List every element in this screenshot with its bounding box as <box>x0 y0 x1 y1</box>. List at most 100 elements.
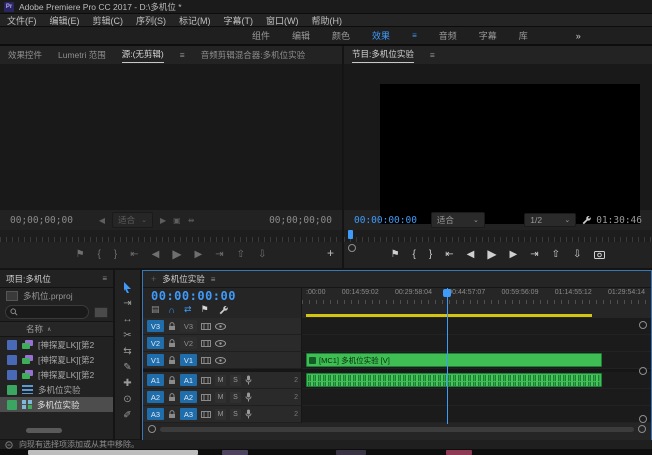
pen-tool-icon[interactable]: ✎ <box>123 363 131 373</box>
mark-out-icon[interactable]: } <box>429 249 432 260</box>
tab-lumetri-scopes[interactable]: Lumetri 范围 <box>58 49 106 61</box>
zoom-tool-icon[interactable]: ⊙ <box>123 395 131 405</box>
mark-out-icon[interactable]: } <box>114 249 117 260</box>
menu-window[interactable]: 窗口(W) <box>266 14 299 27</box>
track-target-v2[interactable]: V2 <box>180 337 197 349</box>
button-editor-icon[interactable]: + <box>327 246 334 260</box>
wrench-icon[interactable] <box>581 215 591 225</box>
insert-icon[interactable]: ⇧ <box>237 249 245 260</box>
search-input[interactable] <box>5 305 89 319</box>
time-ruler[interactable]: :00:00 00:14:59:02 00:29:58:04 00:44:57:… <box>301 288 651 318</box>
source-patch-a3[interactable]: A3 <box>147 408 164 420</box>
go-to-in-icon[interactable]: ⇤ <box>445 249 453 260</box>
project-file-row[interactable]: 多机位.prproj <box>0 288 113 303</box>
go-to-in-icon[interactable]: ⇤ <box>130 249 138 260</box>
source-scrub-bar[interactable] <box>0 230 342 242</box>
program-resolution-dropdown[interactable]: 1/2 ⌄ <box>524 213 576 227</box>
project-item-merged-clip-3[interactable]: [神探夏LK][第2 <box>0 367 113 382</box>
voiceover-mic-icon[interactable] <box>245 409 252 419</box>
workspace-titles[interactable]: 字幕 <box>479 29 497 42</box>
program-fit-dropdown[interactable]: 适合 ⌄ <box>431 212 485 228</box>
track-v3-content[interactable] <box>302 318 651 335</box>
project-item-merged-clip-1[interactable]: [神探夏LK][第2 <box>0 337 113 352</box>
mute-button[interactable]: M <box>215 375 226 386</box>
step-back-icon[interactable]: ◀ <box>467 249 475 260</box>
tab-program[interactable]: 节目:多机位实验 <box>352 48 414 63</box>
ripple-edit-tool-icon[interactable]: ↔ <box>123 315 133 325</box>
track-a3-content[interactable] <box>302 406 651 423</box>
timeline-panel-menu-icon[interactable]: ≡ <box>211 275 216 284</box>
add-marker-icon[interactable]: ⚑ <box>201 304 209 315</box>
voiceover-mic-icon[interactable] <box>245 375 252 385</box>
lock-icon[interactable] <box>168 322 176 331</box>
settings-icon[interactable]: ▣ <box>173 216 181 225</box>
program-panel-menu-icon[interactable]: ≡ <box>430 50 435 60</box>
timeline-playhead-head[interactable] <box>443 289 451 297</box>
track-a2-content[interactable] <box>302 389 651 406</box>
lift-icon[interactable]: ⇧ <box>552 249 560 260</box>
tab-effect-controls[interactable]: 效果控件 <box>8 49 42 61</box>
play-icon[interactable]: ▶ <box>487 247 496 261</box>
step-forward-icon[interactable]: ▶ <box>195 249 203 260</box>
workspace-color[interactable]: 颜色 <box>332 29 350 42</box>
vertical-scroll-handle-bottom[interactable] <box>639 415 647 423</box>
track-a1-content[interactable] <box>302 372 651 389</box>
program-timecode[interactable]: 00:00:00:00 <box>354 215 417 226</box>
play-icon[interactable]: ▶ <box>172 247 181 261</box>
project-list-header[interactable]: 名称 ∧ <box>0 321 113 337</box>
workspace-editing[interactable]: 编辑 <box>292 29 310 42</box>
tab-project[interactable]: 项目:多机位 <box>6 273 51 285</box>
sync-lock-icon[interactable] <box>201 393 211 402</box>
project-item-sequence[interactable]: 多机位实验 <box>0 382 113 397</box>
zoom-handle-right[interactable] <box>638 425 646 433</box>
toggle-track-output-eye-icon[interactable] <box>215 357 226 364</box>
menu-edit[interactable]: 编辑(E) <box>50 14 80 27</box>
workspace-menu-icon[interactable]: ≡ <box>412 31 417 40</box>
tab-sequence[interactable]: 多机位实验 <box>162 273 205 285</box>
menu-sequence[interactable]: 序列(S) <box>136 14 166 27</box>
mark-in-icon[interactable]: { <box>98 249 101 260</box>
video-clip[interactable]: [MC1] 多机位实验 [V] <box>306 353 602 367</box>
workspace-overflow-icon[interactable]: » <box>576 31 581 41</box>
source-timecode[interactable]: 00;00;00;00 <box>10 215 73 226</box>
extract-icon[interactable]: ⇩ <box>573 249 581 260</box>
tab-source[interactable]: 源:(无剪辑) <box>122 48 164 63</box>
solo-button[interactable]: S <box>230 392 241 403</box>
track-target-v3[interactable]: V3 <box>180 320 197 332</box>
sync-lock-icon[interactable] <box>201 376 211 385</box>
track-v2-content[interactable] <box>302 335 651 352</box>
timeline-timecode[interactable]: 00:00:00:00 <box>151 289 301 303</box>
source-patch-a2[interactable]: A2 <box>147 391 164 403</box>
go-to-out-icon[interactable]: ⇥ <box>215 249 223 260</box>
source-patch-v1[interactable]: V1 <box>147 354 164 366</box>
lock-icon[interactable] <box>168 393 176 402</box>
tab-audio-clip-mixer[interactable]: 音频剪辑混合器:多机位实验 <box>201 49 305 61</box>
step-forward-icon[interactable]: ▶ <box>510 249 518 260</box>
drag-video-icon[interactable]: ⇻ <box>188 216 195 225</box>
program-scrub-bar[interactable] <box>344 230 652 242</box>
sync-lock-icon[interactable] <box>201 410 211 419</box>
project-item-merged-clip-2[interactable]: [神探夏LK][第2 <box>0 352 113 367</box>
voiceover-mic-icon[interactable] <box>245 392 252 402</box>
title-bar[interactable]: Pr Adobe Premiere Pro CC 2017 - D:\多机位 * <box>0 0 652 14</box>
zoom-handle-left[interactable] <box>148 425 156 433</box>
solo-button[interactable]: S <box>230 409 241 420</box>
vertical-scroll-handle-top[interactable] <box>639 321 647 329</box>
toggle-track-output-eye-icon[interactable] <box>215 323 226 330</box>
menu-file[interactable]: 文件(F) <box>7 14 37 27</box>
workspace-libraries[interactable]: 库 <box>519 29 528 42</box>
vertical-scroll-handle-mid[interactable] <box>639 367 647 375</box>
project-item-multicam[interactable]: 多机位实验 <box>0 397 113 412</box>
source-patch-v2[interactable]: V2 <box>147 337 164 349</box>
track-target-a1[interactable]: A1 <box>180 374 197 386</box>
mute-button[interactable]: M <box>215 392 226 403</box>
source-patch-a1[interactable]: A1 <box>147 374 164 386</box>
sync-lock-icon[interactable] <box>201 339 211 348</box>
lock-icon[interactable] <box>168 410 176 419</box>
solo-button[interactable]: S <box>230 375 241 386</box>
sync-lock-icon[interactable] <box>201 322 211 331</box>
lock-icon[interactable] <box>168 376 176 385</box>
next-edit-icon[interactable]: ▶ <box>160 216 166 225</box>
timeline-horizontal-scrollbar[interactable] <box>143 423 651 435</box>
lock-icon[interactable] <box>168 339 176 348</box>
